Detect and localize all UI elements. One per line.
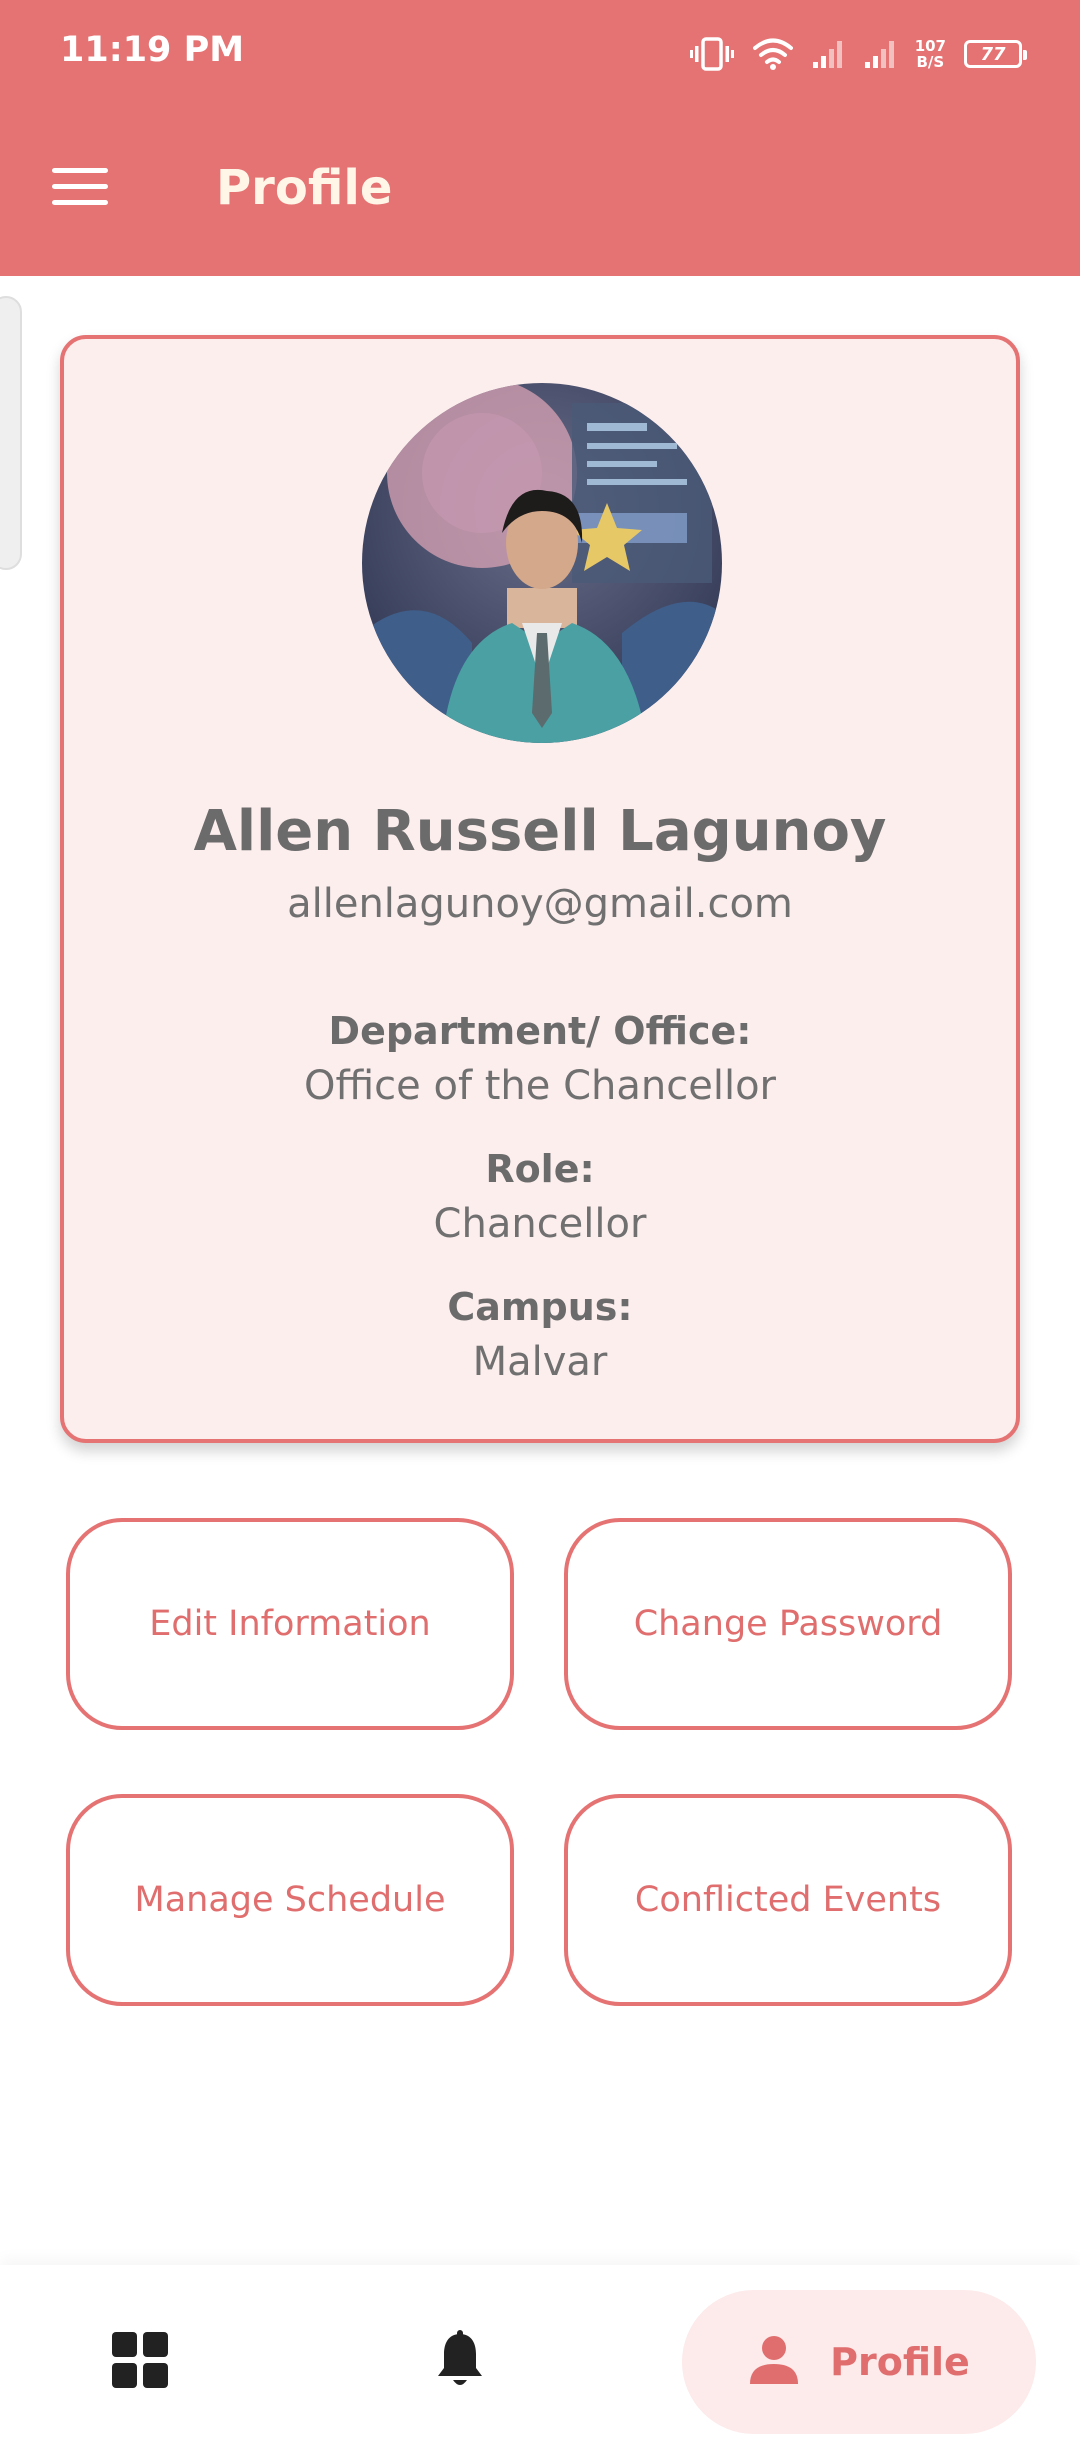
profile-name: Allen Russell Lagunoy — [193, 799, 887, 864]
status-time: 11:19 PM — [60, 30, 245, 70]
change-password-button[interactable]: Change Password — [564, 1518, 1012, 1730]
wifi-icon — [752, 37, 793, 71]
role-value: Chancellor — [433, 1201, 647, 1247]
bell-icon — [435, 2330, 485, 2394]
net-speed-value: 107 — [914, 37, 946, 55]
person-icon — [748, 2334, 800, 2390]
battery-icon: 77 — [964, 40, 1027, 68]
bottom-navigation: Profile — [0, 2265, 1080, 2459]
app-bar: 11:19 PM 107 B/S 77 Profile — [0, 0, 1080, 276]
net-speed-unit: B/S — [916, 53, 945, 71]
manage-schedule-button[interactable]: Manage Schedule — [66, 1794, 514, 2006]
campus-label: Campus: — [447, 1285, 633, 1329]
battery-level: 77 — [980, 43, 1006, 65]
nav-notifications[interactable] — [380, 2265, 540, 2459]
role-label: Role: — [485, 1147, 595, 1191]
conflicted-events-button[interactable]: Conflicted Events — [564, 1794, 1012, 2006]
department-label: Department/ Office: — [328, 1009, 752, 1053]
profile-email: allenlagunoy@gmail.com — [287, 881, 793, 927]
campus-value: Malvar — [472, 1339, 608, 1385]
nav-dashboard[interactable] — [60, 2265, 220, 2459]
status-icons: 107 B/S 77 — [689, 32, 1027, 76]
edit-information-button[interactable]: Edit Information — [66, 1518, 514, 1730]
profile-card: Allen Russell Lagunoy allenlagunoy@gmail… — [60, 335, 1020, 1443]
dashboard-grid-icon — [111, 2331, 169, 2393]
avatar — [362, 383, 722, 743]
drawer-handle[interactable] — [0, 296, 22, 570]
signal-icon — [811, 38, 845, 70]
menu-icon[interactable] — [52, 168, 112, 216]
net-speed: 107 B/S — [915, 38, 946, 70]
status-bar: 11:19 PM 107 B/S 77 — [0, 0, 1080, 110]
department-value: Office of the Chancellor — [304, 1063, 776, 1109]
nav-profile-label: Profile — [830, 2340, 970, 2384]
signal-icon — [863, 38, 897, 70]
page-title: Profile — [216, 160, 393, 216]
nav-profile[interactable]: Profile — [682, 2290, 1036, 2434]
vibrate-icon — [689, 37, 735, 71]
